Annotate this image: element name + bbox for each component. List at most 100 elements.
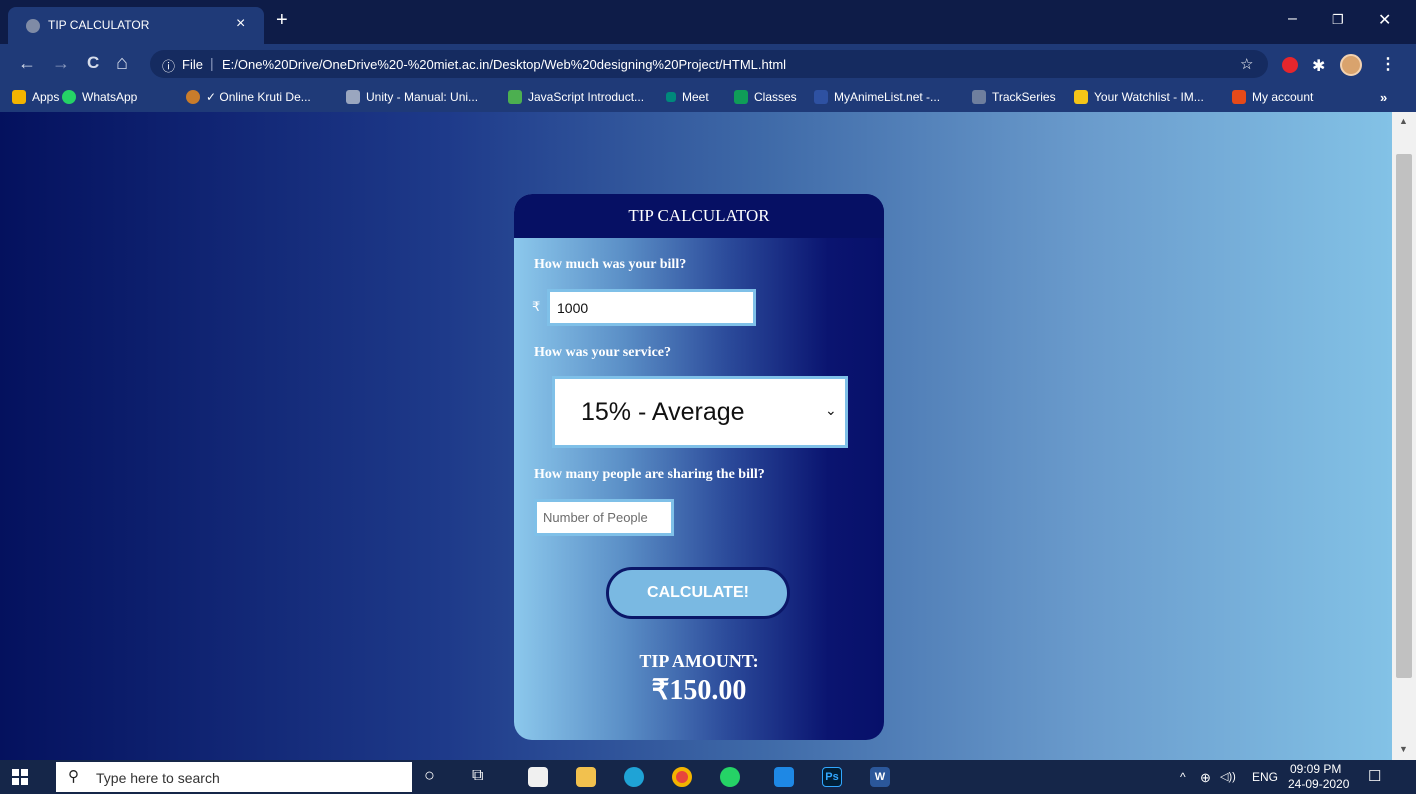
bookmark-label: Classes (754, 90, 797, 104)
network-icon[interactable]: ⊕ (1200, 770, 1211, 786)
forward-arrow-icon[interactable]: → (52, 53, 70, 73)
tip-amount-value: ₹150.00 (651, 675, 747, 706)
bookmark-whatsapp[interactable]: WhatsApp (62, 90, 137, 104)
bookmarks-overflow-icon[interactable]: » (1380, 90, 1387, 105)
store-icon[interactable] (528, 767, 548, 787)
tip-calculator-card: TIP CALCULATOR How much was your bill? ₹… (514, 194, 884, 740)
unity-icon (346, 90, 360, 104)
task-view-icon[interactable]: ⧉ (472, 767, 483, 785)
rupee-icon: ₹ (532, 299, 541, 314)
scroll-up-icon[interactable]: ▲ (1399, 116, 1408, 126)
bookmark-label: Apps (32, 90, 60, 104)
clock-date[interactable]: 24-09-2020 (1288, 777, 1349, 791)
address-scheme-label: File (182, 57, 203, 72)
bookmark-apps[interactable]: Apps (12, 90, 59, 104)
bookmark-label: Meet (682, 90, 709, 104)
tab-title: TIP CALCULATOR (48, 18, 150, 32)
opera-extension-icon[interactable] (1282, 57, 1298, 73)
address-separator: | (210, 55, 214, 71)
photoshop-icon[interactable]: Ps (822, 767, 842, 787)
tab-close-icon[interactable]: × (236, 15, 245, 33)
cortana-icon[interactable]: ○ (424, 765, 435, 786)
bookmark-trackseries[interactable]: TrackSeries (972, 90, 1056, 104)
chevron-down-icon: ⌄ (825, 402, 837, 418)
bill-question-label: How much was your bill? (534, 257, 687, 272)
bookmark-label: TrackSeries (992, 90, 1056, 104)
bookmark-imdb-watchlist[interactable]: Your Watchlist - IM... (1074, 90, 1204, 104)
restore-icon[interactable]: ❐ (1332, 12, 1344, 28)
back-arrow-icon[interactable]: ← (18, 53, 36, 73)
bookmark-unity[interactable]: Unity - Manual: Uni... (346, 90, 478, 104)
meet-icon (666, 92, 676, 102)
windows-taskbar: ⚲ Type here to search ○ ⧉ Ps W ^ ⊕ ◁)) E… (0, 760, 1416, 794)
bookmark-label: JavaScript Introduct... (528, 90, 645, 104)
notification-icon[interactable]: ☐ (1368, 767, 1381, 785)
bookmark-star-icon[interactable]: ☆ (1240, 55, 1253, 73)
bookmark-kruti[interactable]: ✓ Online Kruti De... (186, 90, 311, 104)
profile-avatar[interactable] (1340, 54, 1362, 76)
myanimelist-icon (814, 90, 828, 104)
address-url[interactable]: E:/One%20Drive/OneDrive%20-%20miet.ac.in… (222, 57, 786, 72)
bill-amount-input[interactable] (547, 289, 756, 326)
apps-grid-icon (12, 90, 26, 104)
extensions-puzzle-icon[interactable]: ✱ (1312, 56, 1325, 76)
service-quality-select[interactable]: 15% - Average ⌄ (552, 376, 848, 448)
browser-toolbar: ← → C ⌂ ⓘ File | E:/One%20Drive/OneDrive… (0, 44, 1416, 84)
bookmark-classes[interactable]: Classes (734, 90, 797, 104)
browser-tab-strip: TIP CALCULATOR × + – ❐ ✕ (0, 0, 1416, 44)
w3schools-icon (508, 90, 522, 104)
browser-menu-icon[interactable]: ⋮ (1380, 54, 1396, 74)
search-icon: ⚲ (68, 768, 79, 785)
taskbar-search-box[interactable]: ⚲ Type here to search (56, 762, 412, 792)
chrome-icon[interactable] (672, 767, 692, 787)
tip-amount-label: TIP AMOUNT: (639, 651, 759, 671)
edge-icon[interactable] (624, 767, 644, 787)
office-icon (1232, 90, 1246, 104)
bookmark-meet[interactable]: Meet (666, 90, 709, 104)
windows-start-icon[interactable] (12, 769, 28, 785)
bookmark-label: WhatsApp (82, 90, 138, 104)
new-tab-icon[interactable]: + (276, 10, 288, 30)
volume-icon[interactable]: ◁)) (1220, 770, 1236, 783)
whatsapp-icon (62, 90, 76, 104)
word-icon[interactable]: W (870, 767, 890, 787)
service-question-label: How was your service? (534, 345, 671, 360)
bookmarks-bar: Apps WhatsApp ✓ Online Kruti De... Unity… (0, 84, 1416, 112)
kruti-icon (186, 90, 200, 104)
people-question-label: How many people are sharing the bill? (534, 467, 765, 482)
card-header: TIP CALCULATOR (514, 194, 884, 238)
tray-chevron-icon[interactable]: ^ (1180, 770, 1186, 784)
search-placeholder: Type here to search (96, 770, 220, 786)
minimize-icon[interactable]: – (1288, 10, 1297, 28)
page-viewport: TIP CALCULATOR How much was your bill? ₹… (0, 112, 1392, 760)
classroom-icon (734, 90, 748, 104)
tab-favicon-icon (26, 19, 40, 33)
home-icon[interactable]: ⌂ (116, 53, 128, 73)
clock-time[interactable]: 09:09 PM (1290, 762, 1341, 776)
calculate-button[interactable]: CALCULATE! (606, 567, 790, 619)
site-info-icon[interactable]: ⓘ (162, 56, 175, 75)
bookmark-my-account[interactable]: My account (1232, 90, 1313, 104)
people-count-input[interactable] (534, 499, 674, 536)
reload-icon[interactable]: C (87, 53, 99, 73)
bookmark-label: My account (1252, 90, 1314, 104)
file-explorer-icon[interactable] (576, 767, 596, 787)
bookmark-myanimelist[interactable]: MyAnimeList.net -... (814, 90, 940, 104)
browser-tab[interactable]: TIP CALCULATOR × (8, 7, 264, 44)
trackseries-icon (972, 90, 986, 104)
language-indicator[interactable]: ENG (1252, 770, 1278, 784)
service-selected-value: 15% - Average (581, 398, 745, 426)
app-tile-icon[interactable] (774, 767, 794, 787)
bookmark-label: ✓ Online Kruti De... (206, 90, 311, 104)
bookmark-label: Your Watchlist - IM... (1094, 90, 1204, 104)
scroll-thumb[interactable] (1396, 154, 1412, 678)
whatsapp-taskbar-icon[interactable] (720, 767, 740, 787)
address-bar[interactable]: ⓘ File | E:/One%20Drive/OneDrive%20-%20m… (150, 50, 1268, 78)
window-close-icon[interactable]: ✕ (1378, 10, 1391, 30)
bookmark-label: Unity - Manual: Uni... (366, 90, 479, 104)
bookmark-javascript[interactable]: JavaScript Introduct... (508, 90, 644, 104)
scroll-down-icon[interactable]: ▼ (1399, 744, 1408, 754)
page-scrollbar[interactable]: ▲ ▼ (1392, 112, 1416, 760)
bookmark-label: MyAnimeList.net -... (834, 90, 941, 104)
imdb-icon (1074, 90, 1088, 104)
